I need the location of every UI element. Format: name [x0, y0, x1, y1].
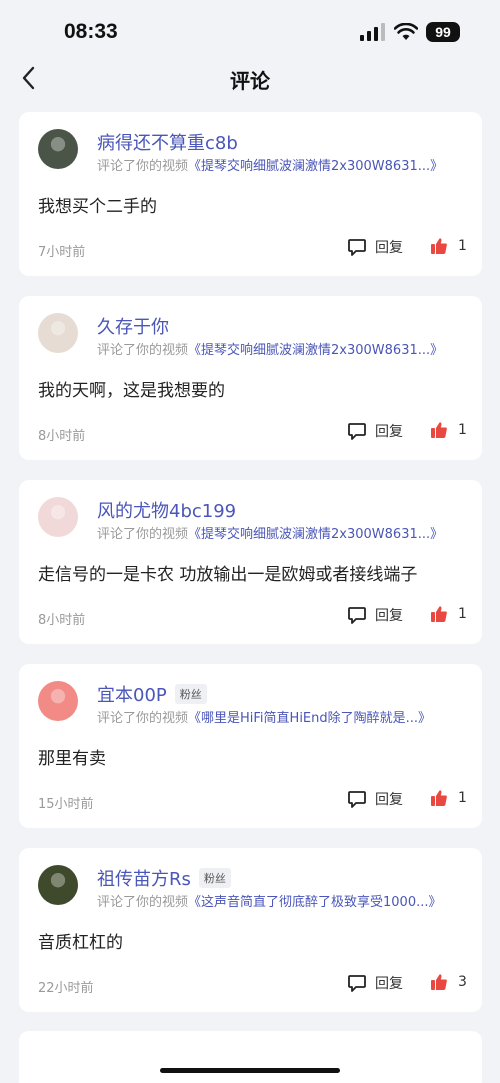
comment-list: 病得还不算重c8b 评论了你的视频《提琴交响细腻波澜激情2x300W8631..…	[19, 112, 482, 1032]
comment-text: 音质杠杠的	[38, 933, 123, 953]
status-icons: 99	[360, 22, 460, 42]
thumbs-up-icon	[431, 790, 447, 806]
thumbs-up-icon	[431, 606, 447, 622]
like-button[interactable]: 3	[430, 973, 467, 991]
reply-label: 回复	[375, 792, 403, 808]
reply-button[interactable]: 回复	[347, 421, 403, 441]
username[interactable]: 祖传苗方Rs	[97, 865, 191, 891]
reply-button[interactable]: 回复	[347, 605, 403, 625]
reply-bubble-icon	[348, 607, 366, 624]
reply-button[interactable]: 回复	[347, 237, 403, 257]
comment-time: 8小时前	[38, 613, 86, 628]
reply-label: 回复	[375, 976, 403, 992]
like-count: 1	[458, 790, 467, 806]
home-indicator	[160, 1068, 340, 1073]
comment-time: 8小时前	[38, 429, 86, 444]
comment-meta: 评论了你的视频《这声音简直了彻底醉了极致享受1000...》	[97, 891, 442, 910]
reply-bubble-icon	[348, 975, 366, 992]
reply-label: 回复	[375, 240, 403, 256]
video-title-link[interactable]: 《提琴交响细腻波澜激情2x300W8631...》	[188, 159, 443, 174]
comment-text: 走信号的一是卡农 功放输出一是欧姆或者接线端子	[38, 565, 418, 585]
thumbs-up-icon	[431, 422, 447, 438]
comment-card: 祖传苗方Rs 粉丝 评论了你的视频《这声音简直了彻底醉了极致享受1000...》…	[19, 848, 482, 1012]
comment-meta: 评论了你的视频《提琴交响细腻波澜激情2x300W8631...》	[97, 155, 443, 174]
like-count: 1	[458, 238, 467, 254]
reply-bubble-icon	[348, 239, 366, 256]
username[interactable]: 宜本00P	[97, 681, 167, 707]
reply-button[interactable]: 回复	[347, 789, 403, 809]
comment-time: 22小时前	[38, 981, 94, 996]
comment-card: 病得还不算重c8b 评论了你的视频《提琴交响细腻波澜激情2x300W8631..…	[19, 112, 482, 276]
action-text: 评论了你的视频	[97, 527, 189, 542]
avatar[interactable]	[38, 865, 78, 905]
video-title-link[interactable]: 《这声音简直了彻底醉了极致享受1000...》	[188, 895, 441, 910]
comment-meta: 评论了你的视频《哪里是HiFi简直HiEnd除了陶醉就是...》	[97, 707, 431, 726]
reply-label: 回复	[375, 608, 403, 624]
action-text: 评论了你的视频	[97, 343, 189, 358]
comment-card: 久存于你 评论了你的视频《提琴交响细腻波澜激情2x300W8631...》 我的…	[19, 296, 482, 460]
fan-badge: 粉丝	[198, 868, 231, 888]
action-text: 评论了你的视频	[97, 159, 189, 174]
username[interactable]: 病得还不算重c8b	[97, 129, 238, 155]
page-title: 评论	[230, 69, 270, 93]
reply-bubble-icon	[348, 791, 366, 808]
username[interactable]: 久存于你	[97, 313, 169, 339]
comment-meta: 评论了你的视频《提琴交响细腻波澜激情2x300W8631...》	[97, 523, 443, 542]
comment-text: 我想买个二手的	[38, 197, 157, 217]
comment-time: 15小时前	[38, 797, 94, 812]
status-bar: 08:33 99	[0, 0, 500, 56]
nav-header: 评论	[0, 56, 500, 102]
like-count: 1	[458, 422, 467, 438]
cellular-signal-icon	[360, 23, 385, 41]
action-text: 评论了你的视频	[97, 711, 189, 726]
status-time: 08:33	[64, 20, 118, 43]
reply-label: 回复	[375, 424, 403, 440]
battery-indicator: 99	[426, 22, 460, 42]
video-title-link[interactable]: 《哪里是HiFi简直HiEnd除了陶醉就是...》	[188, 711, 431, 726]
comment-text: 我的天啊，这是我想要的	[38, 381, 225, 401]
action-text: 评论了你的视频	[97, 895, 189, 910]
thumbs-up-icon	[431, 974, 447, 990]
like-button[interactable]: 1	[430, 789, 467, 807]
avatar[interactable]	[38, 497, 78, 537]
comment-card: 宜本00P 粉丝 评论了你的视频《哪里是HiFi简直HiEnd除了陶醉就是...…	[19, 664, 482, 828]
video-title-link[interactable]: 《提琴交响细腻波澜激情2x300W8631...》	[188, 343, 443, 358]
comment-meta: 评论了你的视频《提琴交响细腻波澜激情2x300W8631...》	[97, 339, 443, 358]
avatar[interactable]	[38, 681, 78, 721]
comment-card: 风的尤物4bc199 评论了你的视频《提琴交响细腻波澜激情2x300W8631.…	[19, 480, 482, 644]
comment-text: 那里有卖	[38, 749, 106, 769]
comment-card-partial	[19, 1031, 482, 1083]
like-button[interactable]: 1	[430, 421, 467, 439]
reply-button[interactable]: 回复	[347, 973, 403, 993]
avatar[interactable]	[38, 313, 78, 353]
like-button[interactable]: 1	[430, 605, 467, 623]
video-title-link[interactable]: 《提琴交响细腻波澜激情2x300W8631...》	[188, 527, 443, 542]
like-count: 1	[458, 606, 467, 622]
wifi-icon	[394, 23, 418, 40]
thumbs-up-icon	[431, 238, 447, 254]
avatar[interactable]	[38, 129, 78, 169]
like-button[interactable]: 1	[430, 237, 467, 255]
reply-bubble-icon	[348, 423, 366, 440]
comment-time: 7小时前	[38, 245, 86, 260]
username[interactable]: 风的尤物4bc199	[97, 497, 236, 523]
fan-badge: 粉丝	[174, 684, 207, 704]
like-count: 3	[458, 974, 467, 990]
